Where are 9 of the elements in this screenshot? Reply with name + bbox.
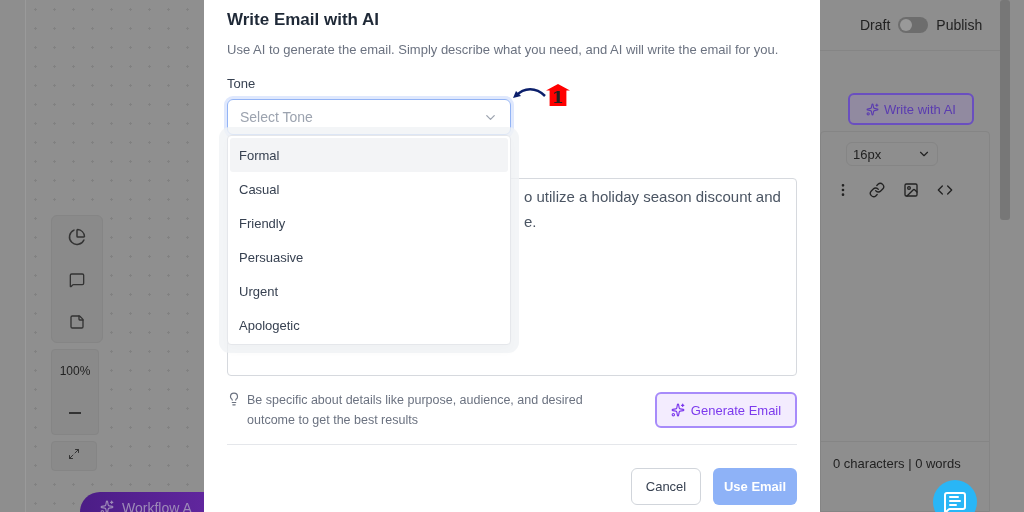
dialog-description: Use AI to generate the email. Simply describe what you need, and AI will write the email for you. <box>227 42 780 57</box>
publish-label: Publish <box>936 17 983 33</box>
dialog-title: Write Email with AI <box>227 10 381 30</box>
zoom-level: 100% <box>59 363 91 380</box>
prompt-text: o utilize a holiday season discount and <box>524 188 782 205</box>
prompt-text: e. <box>524 213 538 230</box>
hint-text: Be specific about details like purpose, audience, and desired outcome to get the best results <box>227 390 627 430</box>
draft-label: Draft <box>860 17 891 33</box>
tone-label: Tone <box>227 76 257 91</box>
